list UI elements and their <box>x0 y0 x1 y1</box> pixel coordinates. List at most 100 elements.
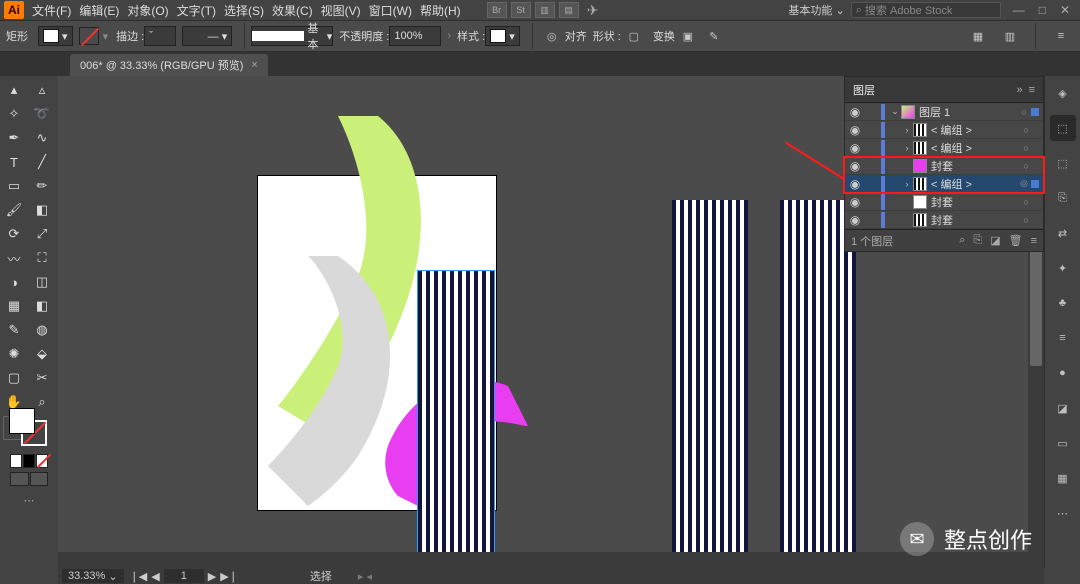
selection-tool[interactable]: ▴ <box>2 80 26 100</box>
panel-menu-icon[interactable]: ≡ <box>1051 26 1071 46</box>
layer-name[interactable]: < 编组 > <box>931 122 1019 138</box>
menu-type[interactable]: 文字(T) <box>177 2 216 19</box>
stock-icon[interactable]: St <box>511 2 531 18</box>
dock-stroke-icon[interactable]: ≡ <box>1050 325 1076 351</box>
dock-artboards-icon[interactable]: ⎘ <box>1050 185 1076 211</box>
target-icon[interactable]: ○ <box>1019 161 1033 171</box>
artboard-index[interactable]: 1 <box>164 569 204 583</box>
dock-appearance-icon[interactable]: ▦ <box>1050 465 1076 491</box>
scrollbar-horizontal[interactable] <box>58 552 1028 568</box>
layer-row[interactable]: ◉ 封套 ○ <box>845 157 1043 175</box>
dock-transparency-icon[interactable]: ▭ <box>1050 430 1076 456</box>
panel-menu-icon[interactable]: ≡ <box>1029 84 1035 96</box>
nav-last[interactable]: ▶❘ <box>220 570 238 583</box>
shape-label[interactable]: 形状 : <box>593 28 621 44</box>
dock-more-icon[interactable]: ⋯ <box>1050 500 1076 526</box>
visibility-toggle[interactable]: ◉ <box>845 123 865 137</box>
disclosure-icon[interactable]: › <box>901 143 913 153</box>
rotate-tool[interactable]: ⟳ <box>2 224 26 244</box>
arrange-docs-icon[interactable]: ▥ <box>535 2 555 18</box>
menu-file[interactable]: 文件(F) <box>32 2 71 19</box>
recolor-icon[interactable]: ◎ <box>542 26 562 46</box>
stripe-object-2[interactable] <box>672 200 748 554</box>
layer-row[interactable]: ◉ ⌄ 图层 1 ○ <box>845 103 1043 121</box>
window-minimize[interactable]: — <box>1013 3 1025 17</box>
lasso-tool[interactable]: ➰ <box>30 104 54 124</box>
target-icon[interactable]: ○ <box>1019 197 1033 207</box>
brush-preset[interactable]: 基本 ▾ <box>251 26 333 46</box>
layer-name[interactable]: 图层 1 <box>919 104 1017 120</box>
layer-row[interactable]: ◉ › < 编组 > ○ <box>845 139 1043 157</box>
stripe-object-selected[interactable] <box>418 271 494 568</box>
artboard-tool[interactable]: ▢ <box>2 368 26 388</box>
transform-label[interactable]: 变换 <box>653 28 675 44</box>
fill-swatch[interactable] <box>9 408 35 434</box>
visibility-toggle[interactable]: ◉ <box>845 105 865 119</box>
disclosure-icon[interactable]: › <box>901 125 913 135</box>
bridge-icon[interactable]: Br <box>487 2 507 18</box>
workspace-switcher[interactable]: 基本功能 ⌄ <box>788 2 844 18</box>
target-icon[interactable]: ◎ <box>1017 178 1031 189</box>
pencil-tool[interactable]: ✏ <box>30 176 54 196</box>
menu-effect[interactable]: 效果(C) <box>272 2 313 19</box>
layer-name[interactable]: 封套 <box>931 194 1019 210</box>
paintbrush-tool[interactable]: 🖌 <box>2 200 26 220</box>
visibility-toggle[interactable]: ◉ <box>845 159 865 173</box>
snap-icon[interactable]: ▥ <box>1000 26 1020 46</box>
send-icon[interactable]: ✈ <box>583 2 603 18</box>
dock-color-icon[interactable]: ● <box>1050 360 1076 386</box>
dock-gradient-icon[interactable]: ◪ <box>1050 395 1076 421</box>
stroke-profile[interactable]: — ▾ <box>182 26 232 46</box>
width-tool[interactable]: 〰 <box>2 248 26 268</box>
edit-toolbar-icon[interactable]: ⋯ <box>6 492 52 508</box>
search-input[interactable]: ⌕ 搜索 Adobe Stock <box>851 2 1001 18</box>
gpu-icon[interactable]: ▤ <box>559 2 579 18</box>
perspective-grid-tool[interactable]: ◫ <box>30 272 54 292</box>
document-tab[interactable]: 006* @ 33.33% (RGB/GPU 预览) × <box>70 54 268 76</box>
stripe-object-3[interactable] <box>780 200 856 554</box>
blend-tool[interactable]: ◍ <box>30 320 54 340</box>
grid-icon[interactable]: ▦ <box>968 26 988 46</box>
curvature-tool[interactable]: ∿ <box>30 128 54 148</box>
symbol-sprayer-tool[interactable]: ✺ <box>2 344 26 364</box>
close-tab-icon[interactable]: × <box>251 59 257 71</box>
scale-tool[interactable]: ⤢ <box>30 224 54 244</box>
visibility-toggle[interactable]: ◉ <box>845 177 865 191</box>
opacity-field[interactable]: 100% <box>389 26 441 46</box>
layer-row[interactable]: ◉ › < 编组 > ○ <box>845 121 1043 139</box>
magic-wand-tool[interactable]: ✧ <box>2 104 26 124</box>
nav-next[interactable]: ▶ <box>208 570 216 583</box>
layers-footer-menu-icon[interactable]: ≡ <box>1031 235 1037 247</box>
target-icon[interactable]: ○ <box>1019 215 1033 225</box>
menu-help[interactable]: 帮助(H) <box>420 2 461 19</box>
graphic-style[interactable]: ▾ <box>485 26 520 46</box>
pen-tool[interactable]: ✒ <box>2 128 26 148</box>
screen-mode-normal[interactable] <box>10 472 29 486</box>
menu-window[interactable]: 窗口(W) <box>369 2 412 19</box>
color-mode-swatch[interactable] <box>10 454 22 468</box>
direct-selection-tool[interactable]: ▵ <box>30 80 54 100</box>
layer-name[interactable]: < 编组 > <box>931 140 1019 156</box>
zoom-field[interactable]: 33.33% ⌄ <box>62 569 124 583</box>
fill-picker[interactable]: ▾ <box>38 26 73 46</box>
screen-mode-full[interactable] <box>30 472 49 486</box>
new-sublayer-icon[interactable]: ◪ <box>990 234 1000 247</box>
menu-view[interactable]: 视图(V) <box>321 2 361 19</box>
visibility-toggle[interactable]: ◉ <box>845 141 865 155</box>
edit-icon[interactable]: ✎ <box>704 26 724 46</box>
target-icon[interactable]: ○ <box>1019 125 1033 135</box>
dock-swap-icon[interactable]: ⇄ <box>1050 220 1076 246</box>
gradient-mode-swatch[interactable] <box>23 454 35 468</box>
fill-stroke-control[interactable]: ⋯ <box>6 402 52 508</box>
eraser-tool[interactable]: ◧ <box>30 200 54 220</box>
disclosure-icon[interactable]: › <box>901 179 913 189</box>
layer-row[interactable]: ◉ › < 编组 > ◎ <box>845 175 1043 193</box>
menu-edit[interactable]: 编辑(E) <box>79 2 119 19</box>
target-icon[interactable]: ○ <box>1017 107 1031 117</box>
gradient-tool[interactable]: ◧ <box>30 296 54 316</box>
type-tool[interactable]: T <box>2 152 26 172</box>
slice-tool[interactable]: ✂ <box>30 368 54 388</box>
nav-prev[interactable]: ◀ <box>151 570 159 583</box>
clip-mask-icon[interactable]: ⎘ <box>973 234 982 247</box>
layer-row[interactable]: ◉ 封套 ○ <box>845 211 1043 229</box>
